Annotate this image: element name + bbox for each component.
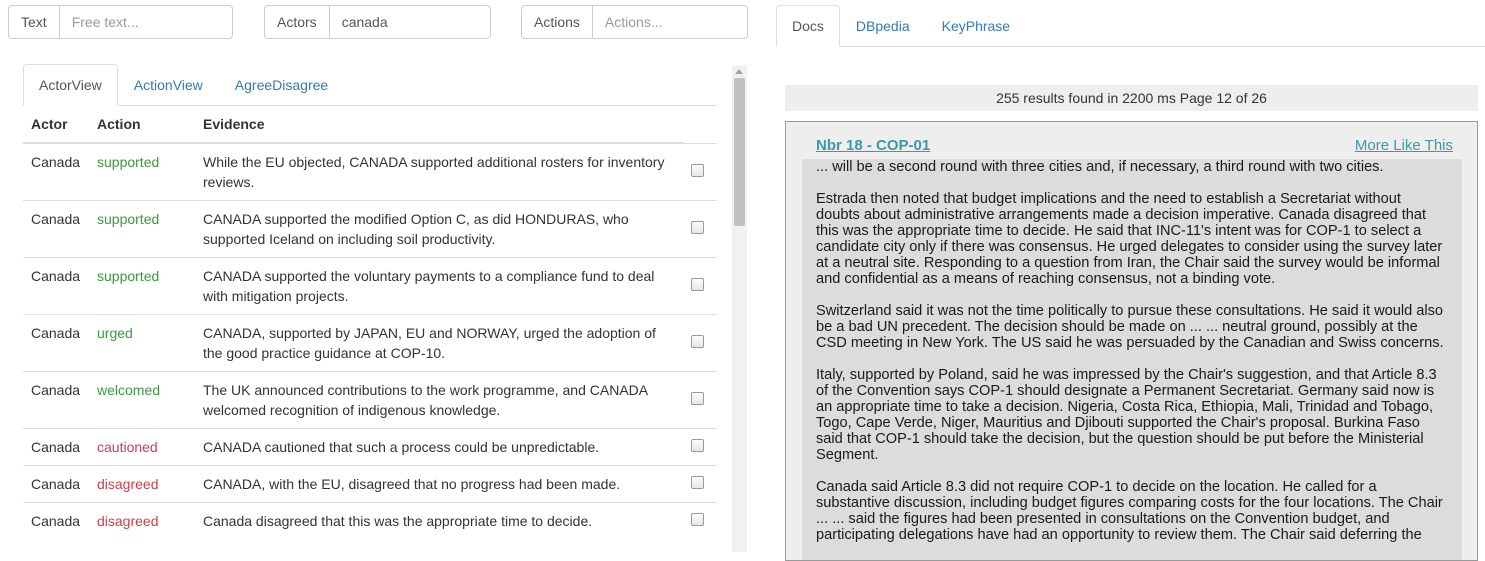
table-header-row: Actor Action Evidence — [23, 106, 717, 144]
select-cell — [684, 200, 717, 258]
table-row: Canada disagreed Canada disagreed that t… — [23, 502, 717, 539]
actor-cell: Canada — [23, 371, 89, 429]
evidence-cell: Canada disagreed that this was the appro… — [195, 502, 684, 539]
actor-cell: Canada — [23, 502, 89, 539]
tab-agreedisagree[interactable]: AgreeDisagree — [219, 64, 344, 106]
action-cell: urged — [89, 314, 195, 372]
action-cell: disagreed — [89, 502, 195, 539]
document-paragraph: ... will be a second round with three ci… — [816, 159, 1384, 175]
evidence-table: Actor Action Evidence Canada supported W… — [23, 106, 717, 539]
select-cell — [684, 257, 717, 315]
scrollbar-thumb[interactable] — [734, 78, 745, 226]
select-cell — [684, 371, 717, 429]
tab-keyphrase[interactable]: KeyPhrase — [926, 5, 1026, 47]
table-row: Canada welcomed The UK announced contrib… — [23, 371, 717, 429]
left-tab-bar: ActorView ActionView AgreeDisagree — [23, 64, 717, 106]
column-header-actor: Actor — [23, 106, 89, 144]
action-cell: disagreed — [89, 465, 195, 503]
actor-cell: Canada — [23, 428, 89, 466]
row-select-checkbox[interactable] — [691, 221, 704, 234]
row-select-checkbox[interactable] — [691, 513, 704, 526]
text-search-group: Text — [8, 5, 234, 39]
table-row: Canada disagreed CANADA, with the EU, di… — [23, 465, 717, 503]
row-select-checkbox[interactable] — [691, 476, 704, 489]
tab-actorview[interactable]: ActorView — [23, 64, 118, 106]
document-title-link[interactable]: Nbr 18 - COP-01 — [816, 137, 930, 154]
text-search-input[interactable] — [59, 5, 233, 39]
tab-docs[interactable]: Docs — [776, 5, 840, 47]
table-scrollbar[interactable] — [732, 65, 747, 552]
row-select-checkbox[interactable] — [691, 392, 704, 405]
document-paragraph: Estrada then noted that budget implicati… — [816, 191, 1443, 287]
actor-cell: Canada — [23, 200, 89, 258]
column-header-action: Action — [89, 106, 195, 144]
results-summary-bar: 255 results found in 2200 ms Page 12 of … — [785, 85, 1478, 111]
table-body: Canada supported While the EU objected, … — [23, 142, 717, 539]
actors-search-input[interactable] — [329, 5, 491, 39]
table-row: Canada urged CANADA, supported by JAPAN,… — [23, 314, 717, 372]
evidence-table-container: Actor Action Evidence Canada supported W… — [23, 106, 717, 539]
action-cell: supported — [89, 257, 195, 315]
evidence-cell: The UK announced contributions to the wo… — [195, 371, 684, 429]
actions-search-group: Actions — [521, 5, 748, 39]
actor-cell: Canada — [23, 314, 89, 372]
actor-cell: Canada — [23, 465, 89, 503]
tab-actionview[interactable]: ActionView — [118, 64, 219, 106]
column-header-evidence: Evidence — [195, 106, 684, 144]
actions-search-label: Actions — [521, 5, 593, 39]
evidence-cell: CANADA supported the voluntary payments … — [195, 257, 684, 315]
actor-cell: Canada — [23, 142, 89, 201]
select-cell — [684, 428, 717, 466]
action-cell: cautioned — [89, 428, 195, 466]
document-card: Nbr 18 - COP-01 More Like This ... will … — [785, 121, 1478, 561]
action-cell: welcomed — [89, 371, 195, 429]
scroll-up-arrow-icon[interactable] — [735, 69, 743, 74]
table-row: Canada supported CANADA supported the vo… — [23, 257, 717, 315]
evidence-cell: While the EU objected, CANADA supported … — [195, 142, 684, 201]
column-header-select — [684, 106, 717, 144]
select-cell — [684, 465, 717, 503]
table-row: Canada supported While the EU objected, … — [23, 142, 717, 201]
actors-search-label: Actors — [264, 5, 330, 39]
document-header: Nbr 18 - COP-01 More Like This — [816, 137, 1453, 154]
row-select-checkbox[interactable] — [691, 335, 704, 348]
table-row: Canada cautioned CANADA cautioned that s… — [23, 428, 717, 466]
actors-search-group: Actors — [264, 5, 491, 39]
document-paragraph: Canada said Article 8.3 did not require … — [816, 479, 1443, 543]
row-select-checkbox[interactable] — [691, 439, 704, 452]
text-search-label: Text — [8, 5, 60, 39]
select-cell — [684, 314, 717, 372]
right-tab-bar: Docs DBpedia KeyPhrase — [776, 5, 1485, 47]
table-row: Canada supported CANADA supported the mo… — [23, 200, 717, 258]
row-select-checkbox[interactable] — [691, 278, 704, 291]
select-cell — [684, 142, 717, 201]
document-paragraph: Switzerland said it was not the time pol… — [816, 303, 1444, 351]
actor-cell: Canada — [23, 257, 89, 315]
evidence-cell: CANADA, supported by JAPAN, EU and NORWA… — [195, 314, 684, 372]
evidence-cell: CANADA cautioned that such a process cou… — [195, 428, 684, 466]
results-summary: 255 results found in 2200 ms Page 12 of … — [996, 90, 1267, 106]
select-cell — [684, 502, 717, 539]
tab-dbpedia[interactable]: DBpedia — [840, 5, 926, 47]
action-cell: supported — [89, 200, 195, 258]
document-paragraph: Italy, supported by Poland, said he was … — [816, 367, 1437, 463]
actions-search-input[interactable] — [592, 5, 748, 39]
row-select-checkbox[interactable] — [691, 163, 704, 177]
more-like-this-link[interactable]: More Like This — [1355, 137, 1453, 154]
document-body: ... will be a second round with three ci… — [802, 159, 1462, 560]
evidence-cell: CANADA supported the modified Option C, … — [195, 200, 684, 258]
evidence-cell: CANADA, with the EU, disagreed that no p… — [195, 465, 684, 503]
action-cell: supported — [89, 142, 195, 201]
